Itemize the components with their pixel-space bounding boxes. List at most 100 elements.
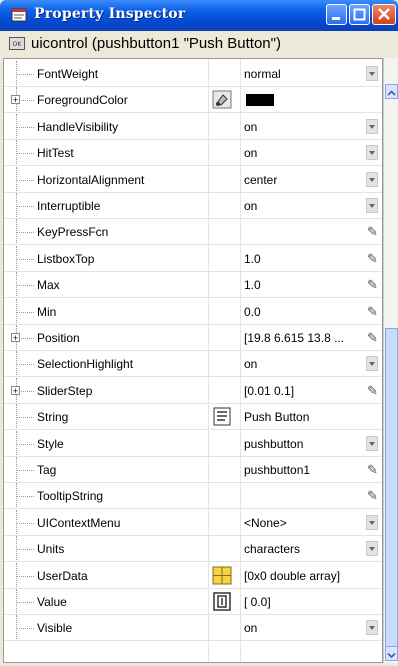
pencil-icon[interactable]: ✎	[367, 251, 378, 267]
text-editor-icon[interactable]	[212, 407, 232, 426]
property-name: HitTest	[37, 146, 74, 161]
dropdown-arrow-icon[interactable]	[366, 171, 378, 187]
chevron-up-icon	[387, 90, 396, 96]
maximize-icon	[353, 8, 366, 21]
dropdown-arrow-icon[interactable]	[366, 66, 378, 81]
dropdown-arrow-icon[interactable]	[366, 198, 378, 213]
tree-line	[16, 126, 34, 128]
property-name: KeyPressFcn	[37, 225, 109, 240]
pencil-icon[interactable]: ✎	[367, 224, 378, 240]
pencil-icon[interactable]: ✎	[367, 383, 378, 399]
property-name: HandleVisibility	[37, 119, 119, 134]
pencil-icon[interactable]: ✎	[367, 277, 378, 293]
title-bar[interactable]: Property Inspector	[0, 0, 398, 31]
property-row-value[interactable]: Value [ 0.0]	[4, 589, 382, 615]
property-grid: FontWeight normal + ForegroundColor HandleVi…	[3, 58, 383, 663]
dropdown-arrow-icon[interactable]	[366, 118, 378, 134]
color-swatch[interactable]	[246, 94, 274, 107]
dropdown-arrow-icon[interactable]	[366, 514, 378, 530]
tree-line	[16, 522, 34, 524]
property-name: Position	[37, 331, 80, 345]
property-value[interactable]: on	[244, 357, 257, 371]
property-value[interactable]: on	[244, 120, 257, 134]
uicontrol-type-icon: OK	[9, 37, 25, 50]
dropdown-arrow-icon[interactable]	[366, 435, 378, 451]
property-name: Value	[37, 595, 67, 609]
property-value[interactable]: <None>	[244, 516, 287, 530]
property-value[interactable]: on	[244, 199, 257, 213]
property-row-string[interactable]: String Push Button	[4, 404, 382, 431]
property-row-tooltipstring[interactable]: TooltipString ✎	[4, 483, 382, 510]
tree-line	[16, 153, 34, 155]
tree-line	[16, 74, 34, 75]
tree-line	[16, 628, 34, 630]
property-row-horizontalalignment[interactable]: HorizontalAlignment center	[4, 166, 382, 193]
property-value[interactable]: normal	[244, 67, 281, 81]
property-value[interactable]: pushbutton	[244, 437, 303, 451]
property-name: Style	[37, 436, 64, 451]
property-row-uicontextmenu[interactable]: UIContextMenu <None>	[4, 509, 382, 536]
tree-line	[16, 179, 34, 181]
dropdown-arrow-icon[interactable]	[366, 620, 378, 636]
expand-icon[interactable]: +	[11, 95, 20, 105]
maximize-button[interactable]	[349, 4, 370, 25]
property-row-keypressfcn[interactable]: KeyPressFcn ✎	[4, 219, 382, 246]
property-row-units[interactable]: Units characters	[4, 536, 382, 563]
property-row-position[interactable]: + Position [19.8 6.615 13.8 ... ✎	[4, 325, 382, 351]
expand-icon[interactable]: +	[11, 385, 20, 395]
scroll-thumb[interactable]	[385, 328, 398, 648]
property-value[interactable]: [0.01 0.1]	[244, 384, 294, 398]
pencil-icon[interactable]: ✎	[367, 488, 378, 504]
property-row-hittest[interactable]: HitTest on	[4, 140, 382, 167]
property-value[interactable]: on	[244, 146, 257, 160]
scroll-up-button[interactable]	[385, 84, 398, 99]
property-row-fontweight[interactable]: FontWeight normal	[4, 61, 382, 87]
property-value[interactable]: pushbutton1	[244, 463, 310, 477]
tree-line	[16, 470, 34, 471]
dropdown-arrow-icon[interactable]	[366, 356, 378, 372]
object-label: uicontrol (pushbutton1 "Push Button")	[31, 35, 281, 52]
property-name: String	[37, 410, 69, 425]
property-row-tag[interactable]: Tag pushbutton1 ✎	[4, 457, 382, 483]
value-editor-icon[interactable]	[212, 592, 232, 611]
array-editor-icon[interactable]	[212, 566, 232, 585]
property-name: UIContextMenu	[37, 515, 121, 530]
property-row-selectionhighlight[interactable]: SelectionHighlight on	[4, 351, 382, 378]
property-row-handlevisibility[interactable]: HandleVisibility on	[4, 113, 382, 140]
property-value[interactable]: characters	[244, 542, 300, 556]
property-row-min[interactable]: Min 0.0 ✎	[4, 298, 382, 325]
property-row-foregroundcolor[interactable]: + ForegroundColor	[4, 87, 382, 114]
color-picker-icon[interactable]	[212, 90, 232, 109]
dropdown-arrow-icon[interactable]	[366, 541, 378, 557]
property-value[interactable]: on	[244, 621, 257, 635]
scroll-down-button[interactable]	[385, 646, 398, 661]
property-inspector-icon	[11, 8, 27, 22]
close-icon	[378, 8, 390, 20]
property-row-listboxtop[interactable]: ListboxTop 1.0 ✎	[4, 245, 382, 272]
property-row-visible[interactable]: Visible on	[4, 615, 382, 642]
property-row-userdata[interactable]: UserData [0x0 double array]	[4, 562, 382, 589]
property-row-max[interactable]: Max 1.0 ✎	[4, 272, 382, 299]
pencil-icon[interactable]: ✎	[367, 462, 378, 478]
property-value[interactable]: 0.0	[244, 305, 261, 319]
property-value[interactable]: Push Button	[244, 410, 309, 424]
property-value[interactable]: 1.0	[244, 252, 261, 266]
property-row-interruptible[interactable]: Interruptible on	[4, 193, 382, 219]
expand-icon[interactable]: +	[11, 333, 20, 343]
property-row-style[interactable]: Style pushbutton	[4, 430, 382, 457]
property-name: Max	[37, 278, 60, 293]
pencil-icon[interactable]: ✎	[367, 304, 378, 320]
minimize-button[interactable]	[326, 4, 347, 25]
vertical-scrollbar[interactable]	[383, 58, 398, 663]
property-value[interactable]: [ 0.0]	[244, 595, 271, 609]
close-button[interactable]	[372, 4, 396, 25]
tree-line	[16, 602, 34, 603]
property-value[interactable]: [19.8 6.615 13.8 ...	[244, 331, 344, 345]
property-value[interactable]: center	[244, 173, 277, 187]
tree-line	[16, 496, 34, 498]
pencil-icon[interactable]: ✎	[367, 330, 378, 346]
property-value[interactable]: 1.0	[244, 278, 261, 292]
property-row-sliderstep[interactable]: + SliderStep [0.01 0.1] ✎	[4, 377, 382, 404]
property-value[interactable]: [0x0 double array]	[244, 569, 340, 583]
dropdown-arrow-icon[interactable]	[366, 145, 378, 161]
